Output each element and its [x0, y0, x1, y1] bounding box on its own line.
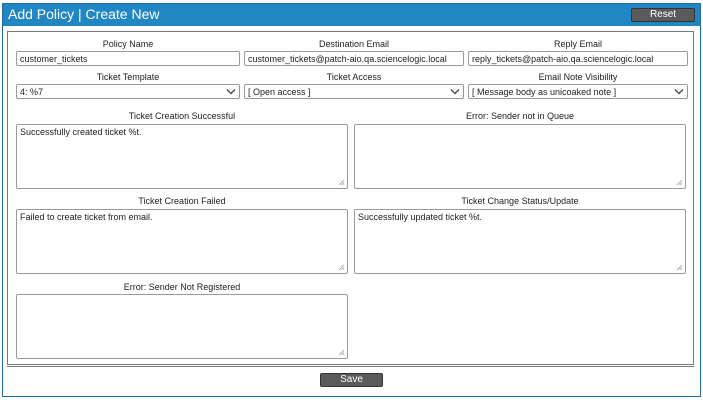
error-sender-not-in-queue-textarea[interactable] — [354, 124, 686, 189]
error-sender-not-registered-textarea[interactable] — [16, 294, 348, 359]
destination-email-label: Destination Email — [318, 39, 390, 49]
reset-button[interactable]: Reset — [631, 8, 695, 22]
email-note-visibility-label: Email Note Visibility — [538, 72, 618, 82]
ticket-creation-successful-textarea[interactable]: Successfully created ticket %t. — [16, 124, 348, 189]
ticket-access-select[interactable]: [ Open access ] — [244, 84, 464, 99]
ticket-change-status-update-textarea[interactable]: Successfully updated ticket %t. — [354, 209, 686, 274]
error-sender-not-registered-label: Error: Sender Not Registered — [123, 282, 241, 292]
email-note-visibility-select[interactable]: [ Message body as unicoaked note ] — [468, 84, 688, 99]
destination-email-input[interactable]: customer_tickets@patch-aio.qa.sciencelog… — [244, 51, 464, 66]
policy-form: Policy Name Destination Email Reply Emai… — [7, 31, 694, 365]
ticket-access-label: Ticket Access — [326, 72, 382, 82]
ticket-creation-failed-textarea[interactable]: Failed to create ticket from email. — [16, 209, 348, 274]
ticket-change-status-update-text: Successfully updated ticket %t. — [358, 212, 483, 222]
ticket-template-label: Ticket Template — [96, 72, 160, 82]
policy-name-input[interactable]: customer_tickets — [16, 51, 240, 66]
ticket-template-select[interactable]: 4: %7 — [16, 84, 240, 99]
footer-divider — [7, 366, 694, 367]
resize-grip-icon[interactable] — [676, 264, 683, 271]
email-note-visibility-value: [ Message body as unicoaked note ] — [472, 87, 617, 97]
chevron-down-icon — [450, 89, 460, 95]
ticket-creation-failed-label: Ticket Creation Failed — [138, 196, 226, 206]
reply-email-input[interactable]: reply_tickets@patch-aio.qa.sciencelogic.… — [468, 51, 688, 66]
ticket-creation-failed-text: Failed to create ticket from email. — [20, 212, 153, 222]
reply-email-label: Reply Email — [553, 39, 602, 49]
resize-grip-icon[interactable] — [338, 179, 345, 186]
error-sender-not-in-queue-label: Error: Sender not in Queue — [465, 111, 575, 121]
ticket-template-value: 4: %7 — [20, 87, 44, 97]
ticket-creation-successful-text: Successfully created ticket %t. — [20, 127, 142, 137]
resize-grip-icon[interactable] — [338, 264, 345, 271]
save-button[interactable]: Save — [320, 373, 383, 387]
ticket-creation-successful-label: Ticket Creation Successful — [128, 111, 236, 121]
chevron-down-icon — [674, 89, 684, 95]
chevron-down-icon — [226, 89, 236, 95]
title-bar: Add Policy | Create New Reset — [3, 4, 700, 26]
resize-grip-icon[interactable] — [676, 179, 683, 186]
ticket-access-value: [ Open access ] — [248, 87, 311, 97]
resize-grip-icon[interactable] — [338, 349, 345, 356]
dialog-title: Add Policy | Create New — [8, 6, 160, 22]
ticket-change-status-update-label: Ticket Change Status/Update — [461, 196, 579, 206]
policy-name-label: Policy Name — [102, 39, 154, 49]
